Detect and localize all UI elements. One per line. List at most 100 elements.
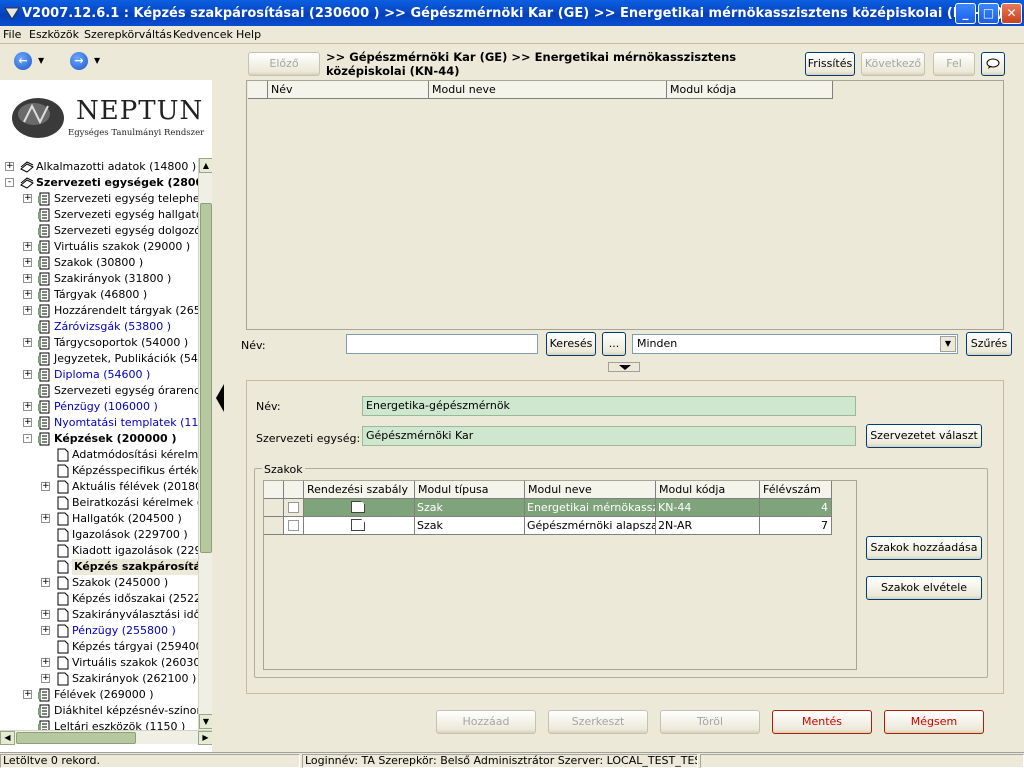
- tree-item[interactable]: + Virtuális szakok (29000 ): [0, 239, 212, 255]
- col-sort-rule[interactable]: Rendezési szabály: [304, 481, 415, 499]
- expand-icon[interactable]: +: [41, 674, 50, 683]
- tree-item[interactable]: - Képzések (200000 ): [0, 431, 212, 447]
- tree-item[interactable]: + Nyomtatási templatek (11300: [0, 415, 212, 431]
- minimize-button[interactable]: _: [955, 3, 976, 24]
- org-unit-input[interactable]: Gépészmérnöki Kar: [362, 426, 856, 446]
- scroll-left-icon[interactable]: ◀: [0, 731, 15, 745]
- tree-item[interactable]: + Szakok (245000 ): [0, 575, 212, 591]
- document-icon[interactable]: [351, 519, 365, 531]
- collapse-icon[interactable]: -: [5, 178, 14, 187]
- row-checkbox[interactable]: [288, 520, 299, 531]
- tree-item[interactable]: Jegyzetek, Publikációk (544(: [0, 351, 212, 367]
- expand-icon[interactable]: +: [23, 242, 32, 251]
- expand-icon[interactable]: +: [23, 402, 32, 411]
- tree-item[interactable]: + Szakirányok (262100 ): [0, 671, 212, 687]
- close-button[interactable]: ✕: [1001, 3, 1022, 24]
- tree-item[interactable]: + Szervezeti egység telephelye: [0, 191, 212, 207]
- menu-role-switch[interactable]: Szerepkörváltás: [84, 28, 172, 41]
- tree-item[interactable]: + Szakirányok (31800 ): [0, 271, 212, 287]
- tree-item[interactable]: + Alkalmazotti adatok (14800 ): [0, 159, 212, 175]
- tree-item[interactable]: + Tárgyak (46800 ): [0, 287, 212, 303]
- scroll-up-icon[interactable]: ▲: [199, 158, 213, 173]
- delete-button[interactable]: Töröl: [660, 710, 760, 734]
- pane-splitter[interactable]: [212, 44, 228, 752]
- back-dropdown-icon[interactable]: ▼: [38, 56, 44, 65]
- sort-rule-cell[interactable]: [304, 499, 415, 517]
- add-button[interactable]: Hozzáad: [436, 710, 536, 734]
- tree-item[interactable]: Diákhitel képzésnév-szinoni: [0, 703, 212, 719]
- expand-icon[interactable]: +: [41, 626, 50, 635]
- tree-item[interactable]: Képzés szakpárosítá: [0, 559, 212, 575]
- tree-item[interactable]: - Szervezeti egységek (2800: [0, 175, 212, 191]
- menu-tools[interactable]: Eszközök: [29, 28, 79, 41]
- filter-button[interactable]: Szűrés: [966, 332, 1012, 356]
- tree-item[interactable]: + Szakok (30800 ): [0, 255, 212, 271]
- scroll-down-icon[interactable]: ▼: [199, 714, 213, 729]
- expand-icon[interactable]: +: [41, 578, 50, 587]
- tree-vertical-scrollbar[interactable]: ▲ ▼: [198, 158, 213, 730]
- tree-item[interactable]: + Diploma (54600 ): [0, 367, 212, 383]
- remove-majors-button[interactable]: Szakok elvétele: [866, 576, 982, 600]
- back-icon[interactable]: ←: [14, 52, 32, 70]
- tree-item[interactable]: + Aktuális félévek (201800: [0, 479, 212, 495]
- tree-horizontal-scrollbar[interactable]: ◀ ▶: [0, 730, 213, 745]
- tree-item[interactable]: + Pénzügy (255800 ): [0, 623, 212, 639]
- tree-item[interactable]: Képzés tárgyai (259400: [0, 639, 212, 655]
- collapse-left-icon[interactable]: [216, 384, 224, 412]
- expand-icon[interactable]: +: [23, 418, 32, 427]
- next-button[interactable]: Következő: [861, 52, 925, 76]
- expand-icon[interactable]: +: [23, 274, 32, 283]
- tree-item[interactable]: + Virtuális szakok (260300: [0, 655, 212, 671]
- search-button[interactable]: Keresés: [546, 332, 596, 356]
- tree-item[interactable]: Szervezeti egység hallgatói (: [0, 207, 212, 223]
- edit-button[interactable]: Szerkeszt: [548, 710, 648, 734]
- expand-icon[interactable]: +: [23, 338, 32, 347]
- tree-item[interactable]: Igazolások (229700 ): [0, 527, 212, 543]
- expand-icon[interactable]: +: [23, 370, 32, 379]
- expand-icon[interactable]: +: [23, 290, 32, 299]
- chevron-down-icon[interactable]: ▼: [940, 336, 956, 352]
- help-chat-button[interactable]: [981, 52, 1005, 76]
- select-org-button[interactable]: Szervezetet választ: [866, 424, 982, 448]
- forward-dropdown-icon[interactable]: ▼: [94, 56, 100, 65]
- prev-button[interactable]: Előző: [248, 52, 320, 76]
- maximize-button[interactable]: □: [978, 3, 999, 24]
- filter-select[interactable]: Minden ▼: [632, 334, 958, 354]
- menu-help[interactable]: Help: [236, 28, 261, 41]
- up-button[interactable]: Fel: [933, 52, 975, 76]
- tree-item[interactable]: Záróvizsgák (53800 ): [0, 319, 212, 335]
- col-semesters[interactable]: Félévszám: [760, 481, 832, 499]
- tree-item[interactable]: Szervezeti egység dolgozói (: [0, 223, 212, 239]
- row-checkbox[interactable]: [288, 502, 299, 513]
- sort-rule-cell[interactable]: [304, 517, 415, 535]
- expand-icon[interactable]: +: [41, 610, 50, 619]
- menu-favorites[interactable]: Kedvencek: [173, 28, 233, 41]
- col-module-name[interactable]: Modul neve: [525, 481, 656, 499]
- hscroll-thumb[interactable]: [16, 732, 136, 744]
- name-input[interactable]: Energetika-gépészmérnök: [362, 396, 856, 416]
- scroll-thumb[interactable]: [200, 203, 212, 553]
- menu-file[interactable]: File: [3, 28, 21, 41]
- col-module-code[interactable]: Modul kódja: [656, 481, 760, 499]
- expand-icon[interactable]: +: [41, 658, 50, 667]
- tree-item[interactable]: Képzés időszakai (25220: [0, 591, 212, 607]
- tree-item[interactable]: + Hozzárendelt tárgyak (2650: [0, 303, 212, 319]
- row-checkbox-cell[interactable]: [284, 517, 304, 535]
- expand-icon[interactable]: +: [23, 258, 32, 267]
- tree-item[interactable]: + Szakirányválasztási idős:: [0, 607, 212, 623]
- expand-icon[interactable]: +: [23, 690, 32, 699]
- col-name[interactable]: Név: [268, 81, 429, 99]
- expand-icon[interactable]: +: [23, 306, 32, 315]
- tree-item[interactable]: + Tárgycsoportok (54000 ): [0, 335, 212, 351]
- row-checkbox-cell[interactable]: [284, 499, 304, 517]
- col-module-code[interactable]: Modul kódja: [667, 81, 833, 99]
- collapse-icon[interactable]: -: [23, 434, 32, 443]
- col-module-name[interactable]: Modul neve: [429, 81, 667, 99]
- expand-icon[interactable]: +: [41, 482, 50, 491]
- expand-icon[interactable]: +: [5, 162, 14, 171]
- forward-icon[interactable]: →: [70, 52, 88, 70]
- expand-icon[interactable]: +: [23, 194, 32, 203]
- col-module-type[interactable]: Modul típusa: [415, 481, 525, 499]
- tree-item[interactable]: + Hallgatók (204500 ): [0, 511, 212, 527]
- expand-icon[interactable]: +: [41, 514, 50, 523]
